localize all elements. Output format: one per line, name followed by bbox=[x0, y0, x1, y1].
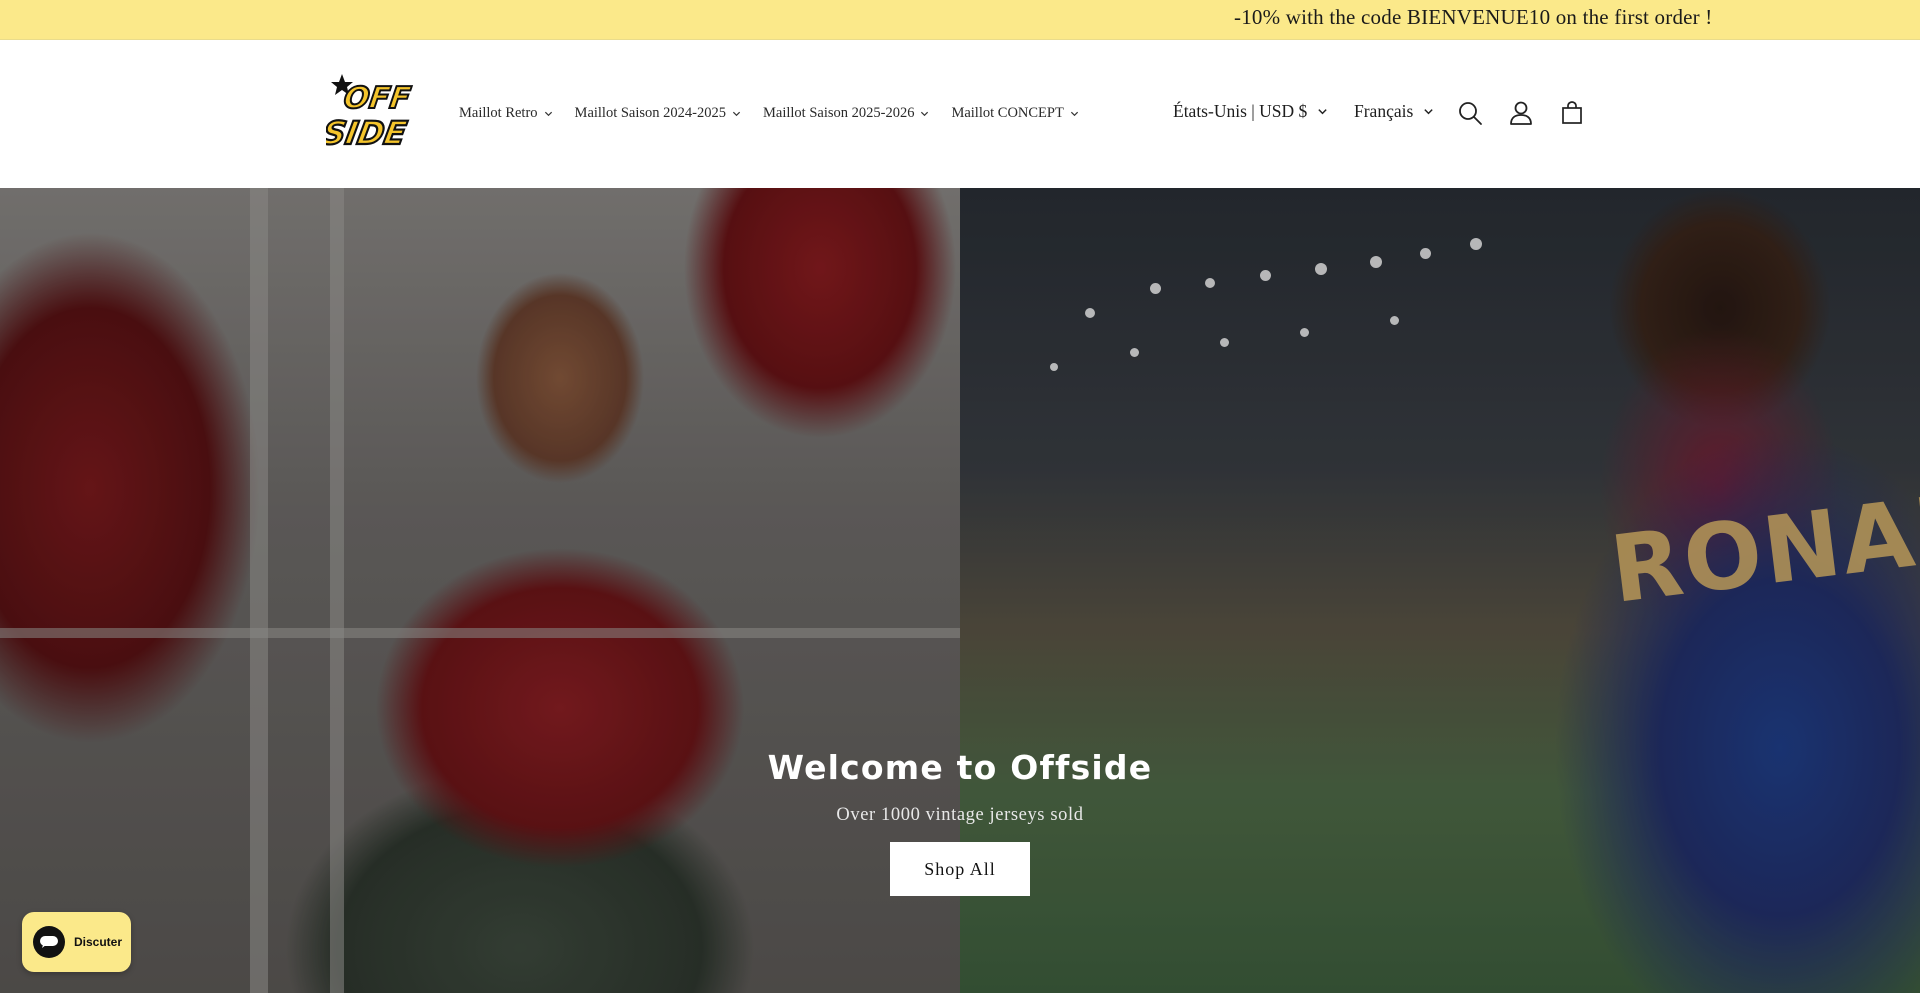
logo-text-top: OFF bbox=[342, 81, 414, 116]
nav-label: Maillot Saison 2024-2025 bbox=[574, 105, 726, 121]
nav-label: Maillot Retro bbox=[459, 105, 538, 121]
nav-item-maillot-saison-2025-2026[interactable]: Maillot Saison 2025-2026 bbox=[763, 105, 929, 122]
hero-subtitle: Over 1000 vintage jerseys sold bbox=[836, 805, 1084, 825]
language-label: Français bbox=[1354, 101, 1414, 121]
chevron-down-icon bbox=[921, 111, 929, 117]
chevron-down-icon bbox=[732, 111, 741, 117]
nav-item-maillot-retro[interactable]: Maillot Retro bbox=[459, 105, 553, 122]
currency-selector[interactable]: États-Unis | USD $ bbox=[1173, 101, 1328, 122]
chevron-down-icon bbox=[1318, 109, 1327, 115]
shop-all-button[interactable]: Shop All bbox=[890, 842, 1030, 896]
chevron-down-icon bbox=[1070, 111, 1078, 117]
search-icon[interactable] bbox=[1456, 99, 1484, 127]
announcement-text: -10% with the code BIENVENUE10 on the fi… bbox=[1234, 5, 1713, 29]
logo-text-bottom: SIDE bbox=[326, 114, 410, 152]
account-icon[interactable] bbox=[1507, 99, 1535, 127]
chevron-down-icon bbox=[1424, 109, 1433, 115]
site-logo[interactable]: OFF SIDE bbox=[326, 70, 420, 154]
language-selector[interactable]: Français bbox=[1354, 101, 1434, 122]
main-nav: Maillot Retro Maillot Saison 2024-2025 M… bbox=[459, 105, 1101, 122]
nav-label: Maillot CONCEPT bbox=[951, 105, 1064, 121]
announcement-bar: -10% with the code BIENVENUE10 on the fi… bbox=[0, 0, 1920, 40]
nav-item-maillot-concept[interactable]: Maillot CONCEPT bbox=[951, 105, 1078, 122]
hero-title: Welcome to Offside bbox=[767, 748, 1153, 787]
chat-label: Discuter bbox=[74, 935, 123, 949]
site-header: OFF SIDE Maillot Retro Maillot Saison 20… bbox=[0, 40, 1920, 188]
chevron-down-icon bbox=[544, 111, 552, 117]
nav-item-maillot-saison-2024-2025[interactable]: Maillot Saison 2024-2025 bbox=[575, 105, 741, 122]
hero-banner: RONALDI Welcome to Offside Over 1000 vin… bbox=[0, 188, 1920, 993]
cart-icon[interactable] bbox=[1558, 99, 1586, 127]
nav-label: Maillot Saison 2025-2026 bbox=[763, 105, 915, 121]
chat-icon bbox=[33, 926, 65, 958]
chat-widget-button[interactable]: Discuter bbox=[22, 912, 131, 972]
hero-content: Welcome to Offside Over 1000 vintage jer… bbox=[0, 748, 1920, 896]
currency-label: États-Unis | USD $ bbox=[1173, 101, 1308, 121]
